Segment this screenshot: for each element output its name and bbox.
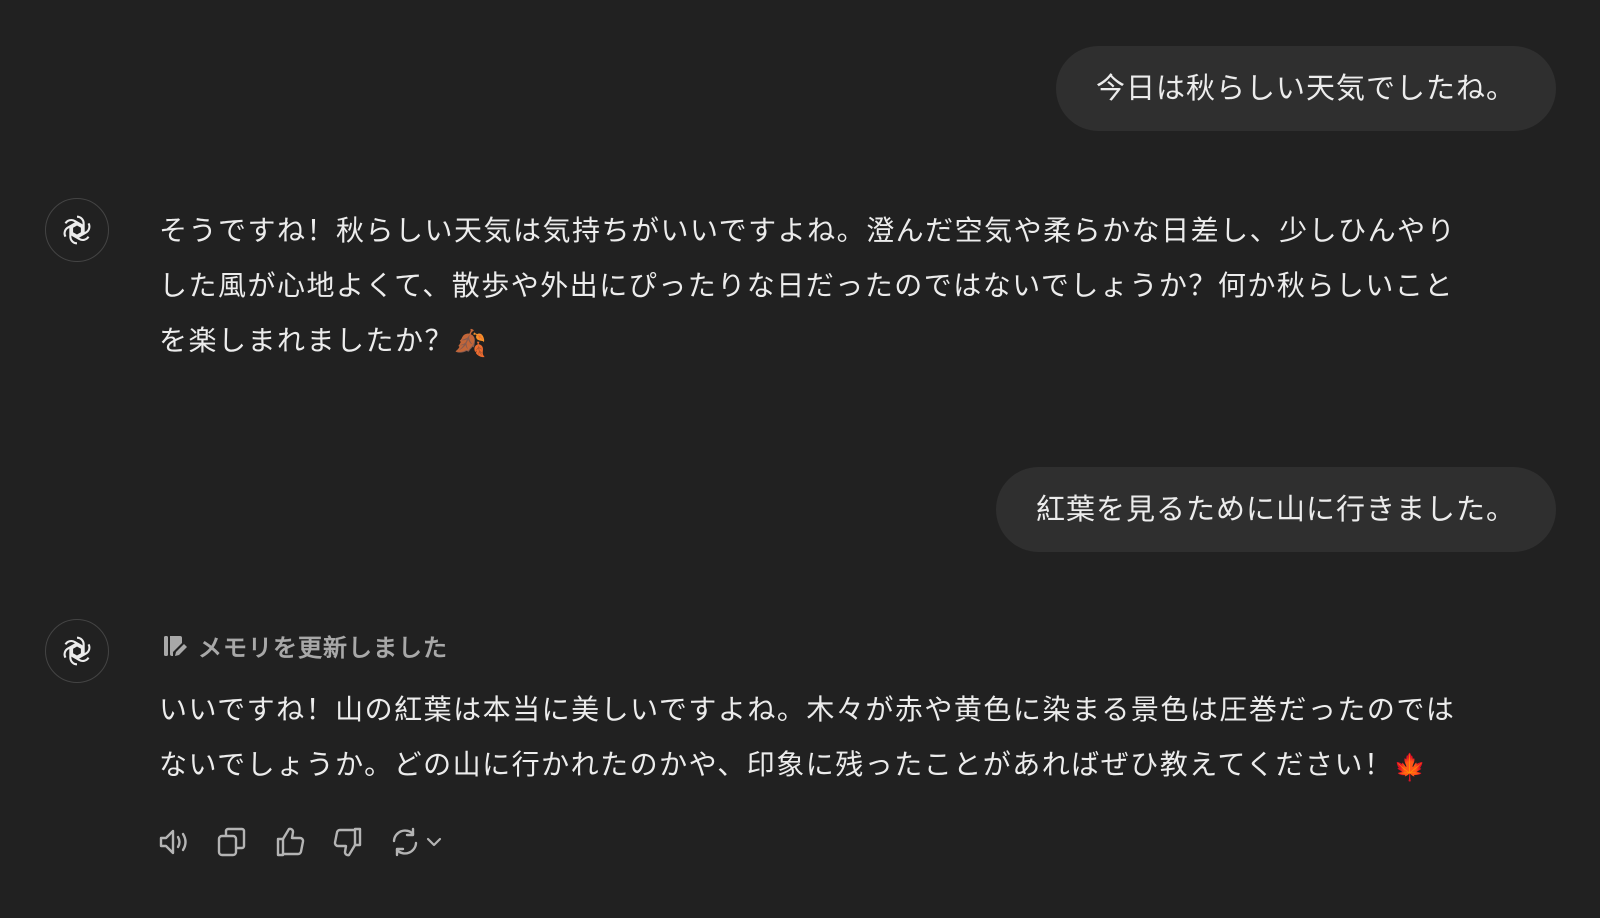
assistant-message-line: いいですね！山の紅葉は本当に美しいですよね。木々が赤や黄色に染まる景色は圧巻だっ… [159,693,1456,726]
assistant-avatar [45,198,109,262]
user-message-bubble: 紅葉を見るために山に行きました。 [995,467,1556,552]
assistant-message-line: そうですね！秋らしい天気は気持ちがいいですよね。澄んだ空気や柔らかな日差し、少し… [159,214,1457,247]
assistant-message-line: した風が心地よくて、散歩や外出にぴったりな日だったのではないでしょうか？何か秋ら… [159,269,1454,302]
assistant-avatar [45,619,109,683]
assistant-message-text: を楽しまれましたか？ [159,324,455,357]
chevron-down-icon [426,837,442,847]
assistant-message-text: ないでしょうか。どの山に行かれたのかや、印象に残ったことがあればぜひ教えてくださ… [159,748,1394,781]
regenerate-button[interactable] [388,825,444,859]
speaker-icon [159,829,187,855]
chat-thread: 今日は秋らしい天気でしたね。 そうですね！秋らしい天気は気持ちがいいですよね。澄… [0,0,1600,918]
assistant-message-line: ないでしょうか。どの山に行かれたのかや、印象に残ったことがあればぜひ教えてくださ… [159,737,1539,792]
fallen-leaf-emoji: 🍂 [454,329,488,359]
regenerate-icon [392,827,418,857]
memory-edit-icon [164,635,187,656]
good-response-button[interactable] [272,822,308,862]
bad-response-button[interactable] [330,822,366,862]
message-actions [156,822,444,862]
openai-logo-icon [61,636,93,666]
assistant-message: いいですね！山の紅葉は本当に美しいですよね。木々が赤や黄色に染まる景色は圧巻だっ… [159,682,1539,792]
read-aloud-button[interactable] [156,822,192,862]
maple-leaf-emoji: 🍁 [1393,753,1428,783]
thumbs-up-icon [276,827,305,857]
assistant-message: そうですね！秋らしい天気は気持ちがいいですよね。澄んだ空気や柔らかな日差し、少し… [159,203,1539,368]
memory-updated-note[interactable]: メモリを更新しました [160,628,448,663]
copy-icon [217,827,246,857]
user-message-text: 紅葉を見るために山に行きました。 [1035,492,1516,526]
copy-button[interactable] [214,822,250,862]
thumbs-down-icon [333,827,362,857]
user-message-text: 今日は秋らしい天気でしたね。 [1095,71,1516,105]
assistant-message-line: を楽しまれましたか？🍂 [159,313,1539,368]
user-message-bubble: 今日は秋らしい天気でしたね。 [1055,46,1556,131]
openai-logo-icon [61,215,93,245]
memory-updated-label: メモリを更新しました [198,634,448,662]
